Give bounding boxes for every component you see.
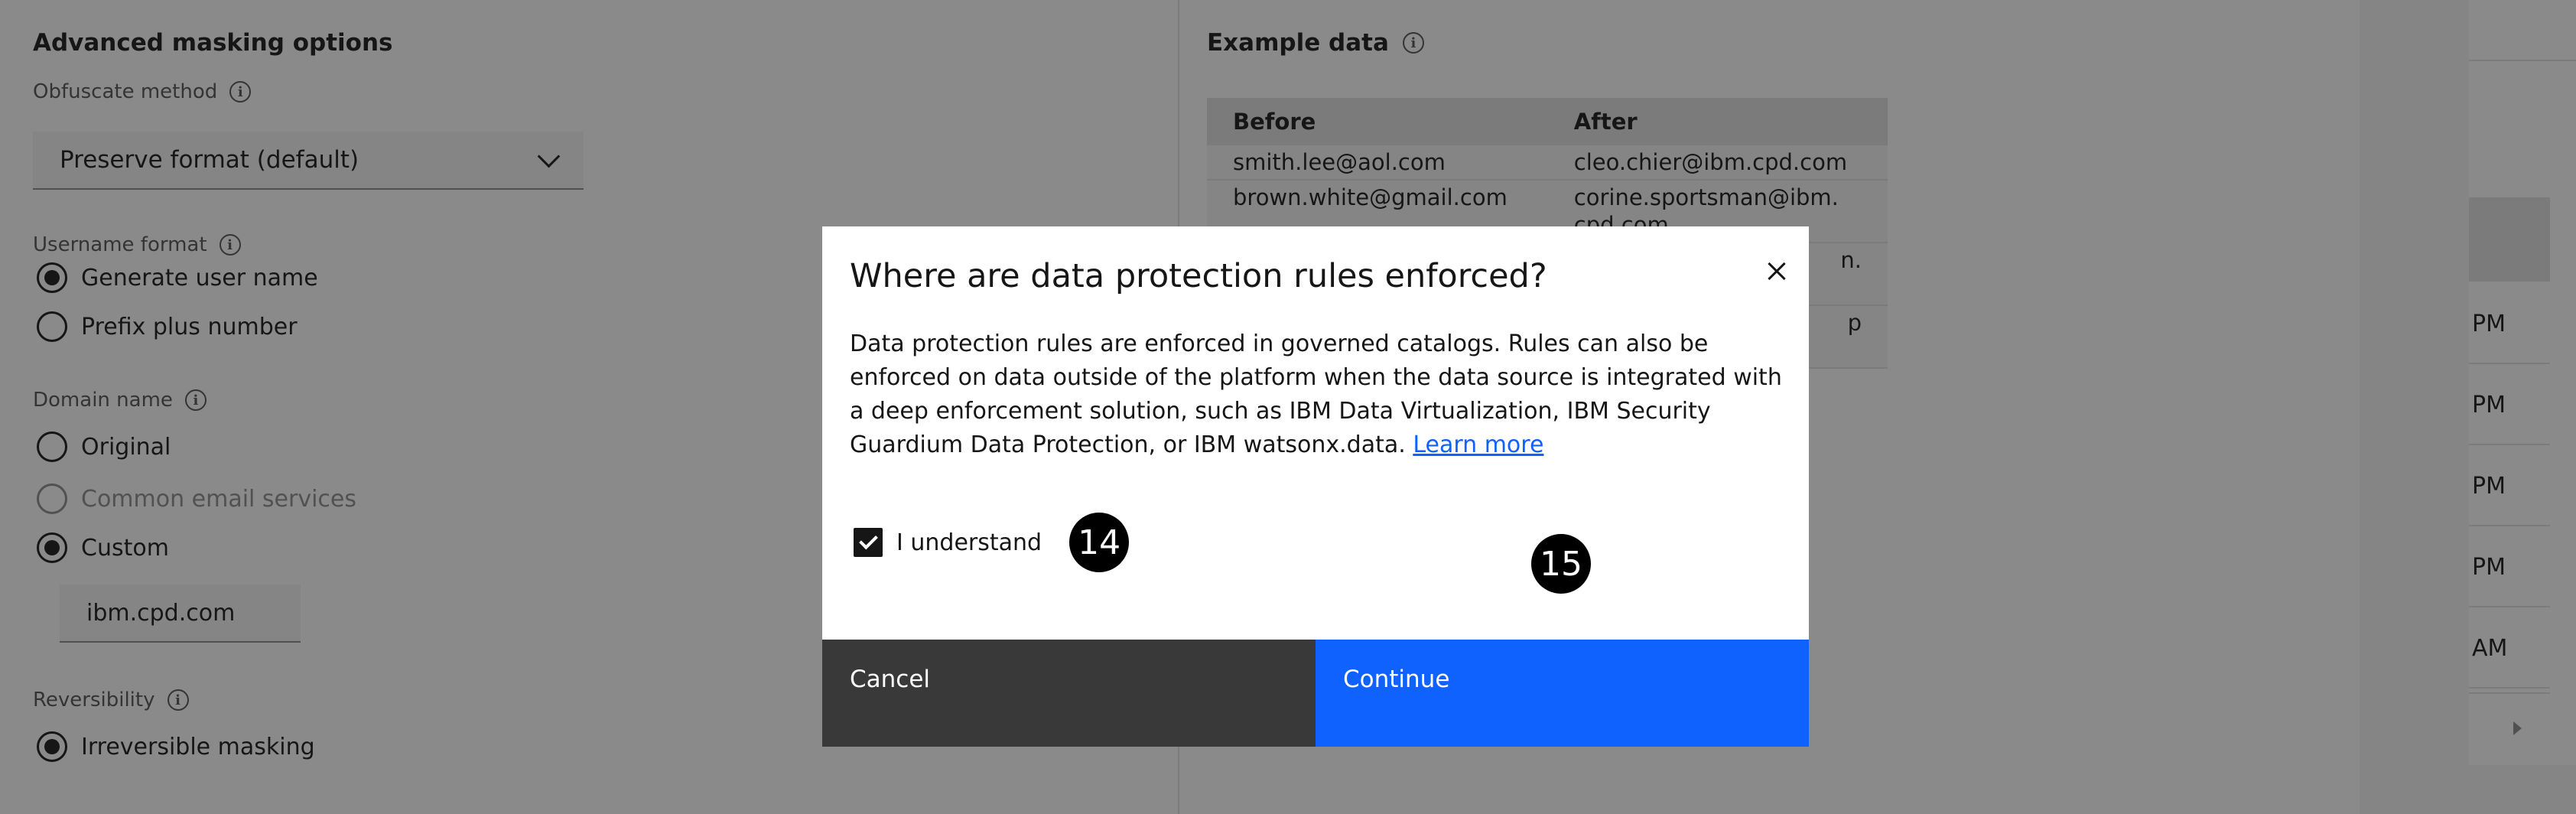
learn-more-link[interactable]: Learn more <box>1413 431 1543 458</box>
dialog-title: Where are data protection rules enforced… <box>850 257 1547 295</box>
close-icon[interactable] <box>1755 249 1798 292</box>
checkbox-label: I understand <box>896 529 1042 556</box>
understand-checkbox-row[interactable]: I understand 14 <box>854 513 1130 572</box>
annotation-badge: 14 <box>1069 513 1130 572</box>
annotation-badge: 15 <box>1531 534 1591 594</box>
checkbox-checked-icon[interactable] <box>854 528 883 557</box>
dialog-footer: Cancel Continue <box>822 640 1809 747</box>
enforcement-dialog: Where are data protection rules enforced… <box>822 226 1809 747</box>
dialog-body: Data protection rules are enforced in go… <box>850 330 1782 458</box>
continue-button[interactable]: Continue <box>1316 640 1809 747</box>
cancel-button[interactable]: Cancel <box>822 640 1316 747</box>
